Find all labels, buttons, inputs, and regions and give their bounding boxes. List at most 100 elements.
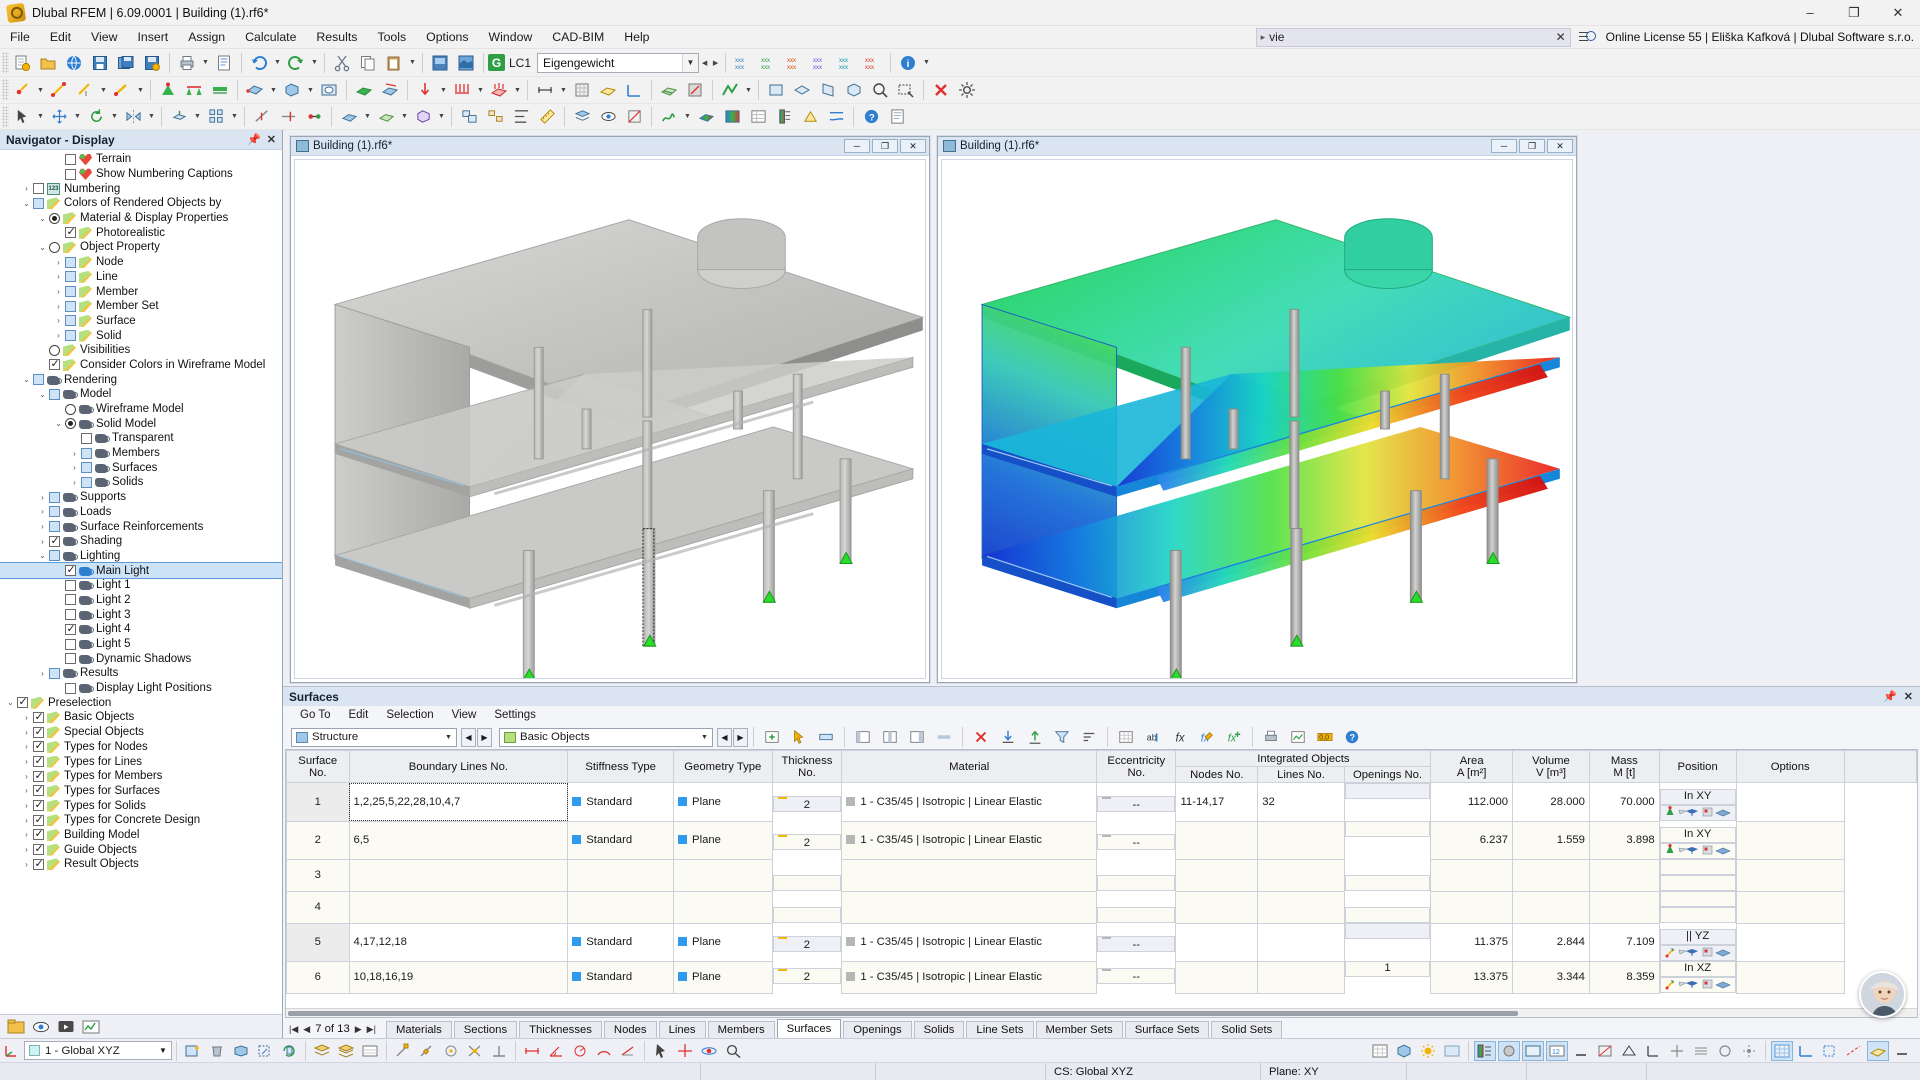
- radio-button[interactable]: [49, 344, 60, 356]
- menu-item-tools[interactable]: Tools: [367, 26, 416, 49]
- ungroup-icon[interactable]: [483, 105, 507, 129]
- group-icon[interactable]: [457, 105, 481, 129]
- solid-dropdown-caret[interactable]: ▼: [305, 78, 316, 102]
- results-diagram-icon[interactable]: [657, 105, 681, 129]
- layer-3-icon[interactable]: [359, 1041, 381, 1061]
- tree-item-guide-objects[interactable]: › Guide Objects: [0, 842, 282, 857]
- checkbox[interactable]: [49, 506, 60, 518]
- render-button[interactable]: [428, 51, 452, 75]
- result-values-3-icon[interactable]: xxx xxx: [783, 51, 807, 75]
- chevron-down-icon[interactable]: ⌄: [20, 375, 33, 384]
- checkbox[interactable]: [33, 857, 44, 870]
- tab-thicknesses[interactable]: Thicknesses: [519, 1021, 602, 1038]
- tree-item-shading[interactable]: › Shading: [0, 534, 282, 549]
- checkbox[interactable]: [33, 842, 44, 856]
- cell-options[interactable]: [1659, 907, 1736, 923]
- view-top-icon[interactable]: [790, 78, 814, 102]
- radio-button[interactable]: [65, 418, 76, 430]
- toolbar-grip[interactable]: [2, 79, 9, 101]
- redo-dropdown-caret[interactable]: ▼: [309, 51, 320, 75]
- menu-item-window[interactable]: Window: [479, 26, 543, 49]
- guide-lines-toggle-icon[interactable]: [1843, 1041, 1865, 1061]
- cell-area[interactable]: 112.000: [1430, 782, 1514, 822]
- result-values-6-icon[interactable]: xxx xxx: [861, 51, 885, 75]
- tree-item-transparent[interactable]: Transparent: [0, 431, 282, 446]
- tab-line-sets[interactable]: Line Sets: [966, 1021, 1034, 1038]
- snap-endpoint-icon[interactable]: [392, 1041, 414, 1061]
- tree-item-light-3[interactable]: Light 3: [0, 607, 282, 622]
- tree-item-types-for-surfaces[interactable]: › Types for Surfaces: [0, 783, 282, 799]
- checkbox[interactable]: [65, 682, 76, 694]
- support-avatar[interactable]: [1859, 971, 1906, 1018]
- import-icon[interactable]: [996, 725, 1020, 749]
- surface-tool-2-icon[interactable]: [374, 105, 398, 129]
- tree-item-photorealistic[interactable]: Photorealistic: [0, 225, 282, 240]
- tree-item-colors-of-rendered-objects-by[interactable]: ⌄ Colors of Rendered Objects by: [0, 196, 282, 211]
- search-clear-icon[interactable]: ✕: [1552, 30, 1570, 44]
- checkbox[interactable]: [33, 739, 44, 753]
- surface-release-icon[interactable]: [378, 78, 402, 102]
- views-navigator-icon[interactable]: [55, 1017, 77, 1037]
- surface-support-icon[interactable]: [352, 78, 376, 102]
- chevron-right-icon[interactable]: ›: [20, 757, 33, 766]
- chevron-right-icon[interactable]: ›: [36, 522, 49, 531]
- menu-item-file[interactable]: File: [0, 26, 40, 49]
- checkbox[interactable]: [65, 579, 76, 591]
- search-expand-icon[interactable]: ▸: [1261, 32, 1266, 43]
- menu-item-insert[interactable]: Insert: [127, 26, 178, 49]
- member-dropdown-caret[interactable]: ▼: [135, 78, 146, 102]
- search-input[interactable]: ▸ vie ✕: [1255, 27, 1571, 47]
- tab-solid-sets[interactable]: Solid Sets: [1211, 1021, 1283, 1038]
- select-dropdown-caret[interactable]: ▼: [35, 105, 46, 129]
- checkbox[interactable]: [33, 827, 44, 841]
- new-line-icon[interactable]: [47, 78, 71, 102]
- cell-eccentricity-no[interactable]: --: [1097, 796, 1176, 812]
- toolbar-grip[interactable]: [2, 51, 9, 74]
- chevron-down-icon[interactable]: ▼: [441, 734, 456, 741]
- view-snap-icon[interactable]: [1738, 1041, 1760, 1061]
- paste-button[interactable]: [382, 51, 406, 75]
- cell-position[interactable]: In XY: [1659, 789, 1736, 805]
- cell-geometry-type[interactable]: Plane: [673, 960, 773, 994]
- th-geometry-type[interactable]: Geometry Type: [673, 750, 773, 783]
- close-icon[interactable]: ✕: [267, 133, 276, 146]
- zoom-icon[interactable]: [722, 1041, 744, 1061]
- cell-openings-no[interactable]: [1344, 875, 1431, 891]
- tab-nodes[interactable]: Nodes: [603, 1021, 657, 1038]
- menu-item-edit[interactable]: Edit: [40, 26, 81, 49]
- structure-prev-button[interactable]: ◀: [461, 727, 476, 747]
- panel-menu-selection[interactable]: Selection: [377, 706, 442, 725]
- view-results-panel-icon[interactable]: [1474, 1040, 1496, 1061]
- cs-view-icon[interactable]: [254, 1041, 276, 1061]
- open-button[interactable]: [36, 51, 60, 75]
- checkbox[interactable]: [33, 374, 44, 386]
- panel-menu-edit[interactable]: Edit: [339, 706, 377, 725]
- cell-boundary-lines[interactable]: 10,18,16,19: [348, 960, 569, 994]
- load-dropdown-caret[interactable]: ▼: [438, 78, 449, 102]
- connect-icon[interactable]: [302, 105, 326, 129]
- tree-item-object-property[interactable]: ⌄ Object Property: [0, 240, 282, 255]
- result-values-1-icon[interactable]: xxx xxx: [731, 51, 755, 75]
- cell-eccentricity-no[interactable]: --: [1097, 834, 1176, 850]
- cell-position[interactable]: [1659, 859, 1736, 875]
- tree-item-basic-objects[interactable]: › Basic Objects: [0, 710, 282, 725]
- cell-spacer[interactable]: [1735, 922, 1845, 962]
- formula-add-icon[interactable]: fx: [1222, 725, 1246, 749]
- result-values-4-icon[interactable]: xxx xxx: [809, 51, 833, 75]
- th-nodes-no[interactable]: Nodes No.: [1175, 766, 1259, 783]
- chevron-down-icon[interactable]: ⌄: [52, 419, 65, 428]
- chevron-right-icon[interactable]: ›: [68, 478, 81, 487]
- last-record-icon[interactable]: ▶|: [367, 1024, 376, 1035]
- print-preview-icon[interactable]: [885, 105, 909, 129]
- license-search-icon[interactable]: [1578, 30, 1596, 45]
- cs-rotate-icon[interactable]: [278, 1041, 300, 1061]
- minimize-statusbar-icon[interactable]: [1891, 1041, 1913, 1061]
- checkbox[interactable]: [33, 710, 44, 723]
- th-boundary-lines[interactable]: Boundary Lines No.: [348, 750, 569, 783]
- tree-item-building-model[interactable]: › Building Model: [0, 827, 282, 843]
- undo-dropdown-caret[interactable]: ▼: [272, 51, 283, 75]
- checkbox[interactable]: [33, 183, 44, 195]
- zoom-all-icon[interactable]: [868, 78, 892, 102]
- cell-nodes-no[interactable]: 11-14,17: [1175, 782, 1259, 822]
- cell-position[interactable]: || YZ: [1659, 929, 1736, 945]
